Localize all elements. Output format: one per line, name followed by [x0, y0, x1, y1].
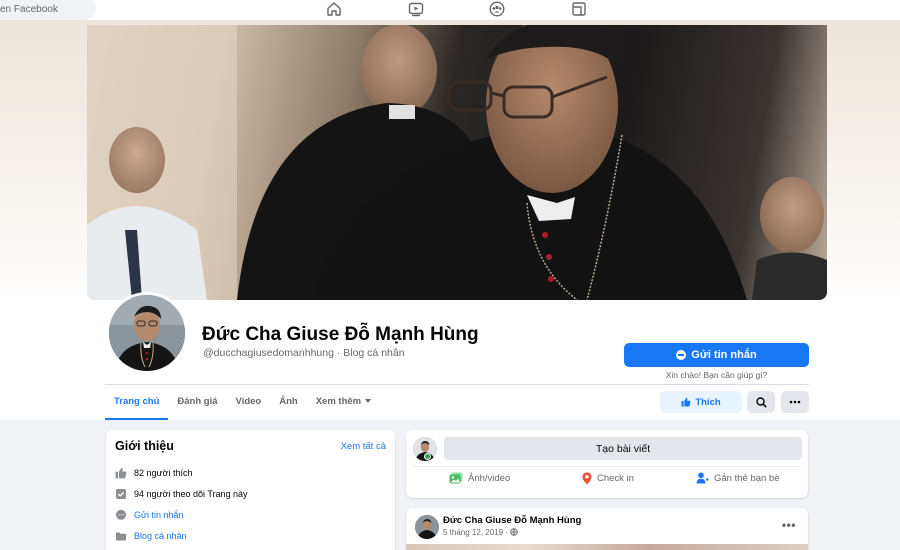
like-button-label: Thích — [695, 396, 721, 408]
like-page-button[interactable]: Thích — [660, 391, 742, 413]
tag-friends-label: Gắn thẻ bạn bè — [714, 472, 780, 484]
thumbs-up-icon — [115, 467, 127, 479]
intro-title: Giới thiệu — [115, 439, 174, 453]
post-image[interactable] — [406, 544, 808, 550]
intro-followers-text: 94 người theo dõi Trang này — [134, 489, 248, 499]
tab-video[interactable]: Video — [227, 386, 271, 420]
intro-category-row[interactable]: Blog cá nhân — [115, 530, 187, 542]
tab-photos-label: Ảnh — [279, 396, 298, 407]
page-title: Đức Cha Giuse Đỗ Mạnh Hùng — [202, 324, 479, 345]
post-author-avatar[interactable] — [415, 515, 439, 539]
send-message-button[interactable]: Gửi tin nhắn — [624, 343, 809, 367]
tag-friends-icon — [696, 472, 709, 484]
header-divider — [105, 384, 809, 385]
post-options-button[interactable]: ••• — [782, 518, 796, 532]
intro-card: Giới thiệu Xem tất cả 82 người thích 94 … — [106, 430, 395, 550]
photo-video-label: Ảnh/video — [468, 472, 511, 484]
location-pin-icon — [582, 472, 592, 485]
composer-divider — [414, 466, 800, 467]
gaming-icon[interactable] — [568, 0, 590, 18]
folder-icon — [115, 530, 127, 542]
search-input-text: en Facebook — [0, 4, 58, 15]
photo-video-button[interactable]: Ảnh/video — [449, 472, 510, 484]
create-post-input[interactable]: Tạo bài viết — [444, 437, 802, 460]
tab-photos[interactable]: Ảnh — [270, 386, 306, 420]
tab-home-label: Trang chủ — [114, 396, 160, 407]
search-icon — [755, 396, 767, 408]
more-dots-icon — [789, 400, 801, 404]
search-input[interactable]: en Facebook — [0, 0, 96, 20]
profile-avatar[interactable] — [106, 292, 188, 374]
tab-home[interactable]: Trang chủ — [105, 386, 169, 420]
messenger-icon — [676, 350, 687, 360]
home-icon[interactable] — [323, 0, 345, 18]
top-navigation-bar: en Facebook — [0, 0, 900, 20]
globe-icon — [510, 528, 518, 536]
profile-tabs: Trang chủ Đánh giá Video Ảnh Xem thêm — [105, 386, 380, 420]
message-hint: Xin chào! Bạn cần giúp gì? — [665, 370, 768, 380]
check-in-button[interactable]: Check in — [582, 472, 634, 485]
create-post-card: Tạo bài viết Ảnh/video Check in Gắn thẻ … — [406, 430, 808, 498]
thumbs-up-icon — [681, 397, 691, 407]
check-in-label: Check in — [597, 473, 634, 484]
page-search-button[interactable] — [747, 391, 775, 413]
post-card: Đức Cha Giuse Đỗ Mạnh Hùng 5 tháng 12, 2… — [406, 508, 808, 550]
online-status-dot — [424, 453, 431, 460]
post-date-text: 5 tháng 12, 2019 · — [443, 528, 508, 537]
post-author-name[interactable]: Đức Cha Giuse Đỗ Mạnh Hùng — [443, 515, 581, 526]
more-options-button[interactable] — [781, 391, 809, 413]
see-all-link[interactable]: Xem tất cả — [341, 441, 386, 452]
groups-icon[interactable] — [486, 0, 508, 18]
intro-category-text: Blog cá nhân — [134, 531, 187, 541]
intro-likes-row: 82 người thích — [115, 467, 192, 479]
photo-icon — [449, 472, 463, 484]
tag-friends-button[interactable]: Gắn thẻ bạn bè — [696, 472, 780, 484]
check-square-icon — [115, 488, 127, 500]
tab-reviews[interactable]: Đánh giá — [168, 386, 226, 420]
tab-more-label: Xem thêm — [315, 396, 362, 407]
intro-likes-text: 82 người thích — [134, 468, 193, 478]
create-post-text: Tạo bài viết — [595, 442, 651, 455]
intro-message-text: Gửi tin nhắn — [134, 510, 184, 520]
send-message-label: Gửi tin nhắn — [691, 349, 757, 361]
cover-photo[interactable] — [87, 25, 827, 300]
caret-down-icon — [365, 399, 372, 403]
video-icon[interactable] — [405, 0, 427, 18]
post-date[interactable]: 5 tháng 12, 2019 · — [443, 528, 518, 537]
page-subtitle: @ducchagiusedomanhhung · Blog cá nhân — [203, 347, 405, 359]
tab-reviews-label: Đánh giá — [177, 396, 218, 407]
tab-video-label: Video — [235, 396, 262, 407]
messenger-icon — [115, 509, 127, 521]
intro-followers-row: 94 người theo dõi Trang này — [115, 488, 248, 500]
intro-message-row[interactable]: Gửi tin nhắn — [115, 509, 184, 521]
tab-more[interactable]: Xem thêm — [307, 386, 380, 420]
